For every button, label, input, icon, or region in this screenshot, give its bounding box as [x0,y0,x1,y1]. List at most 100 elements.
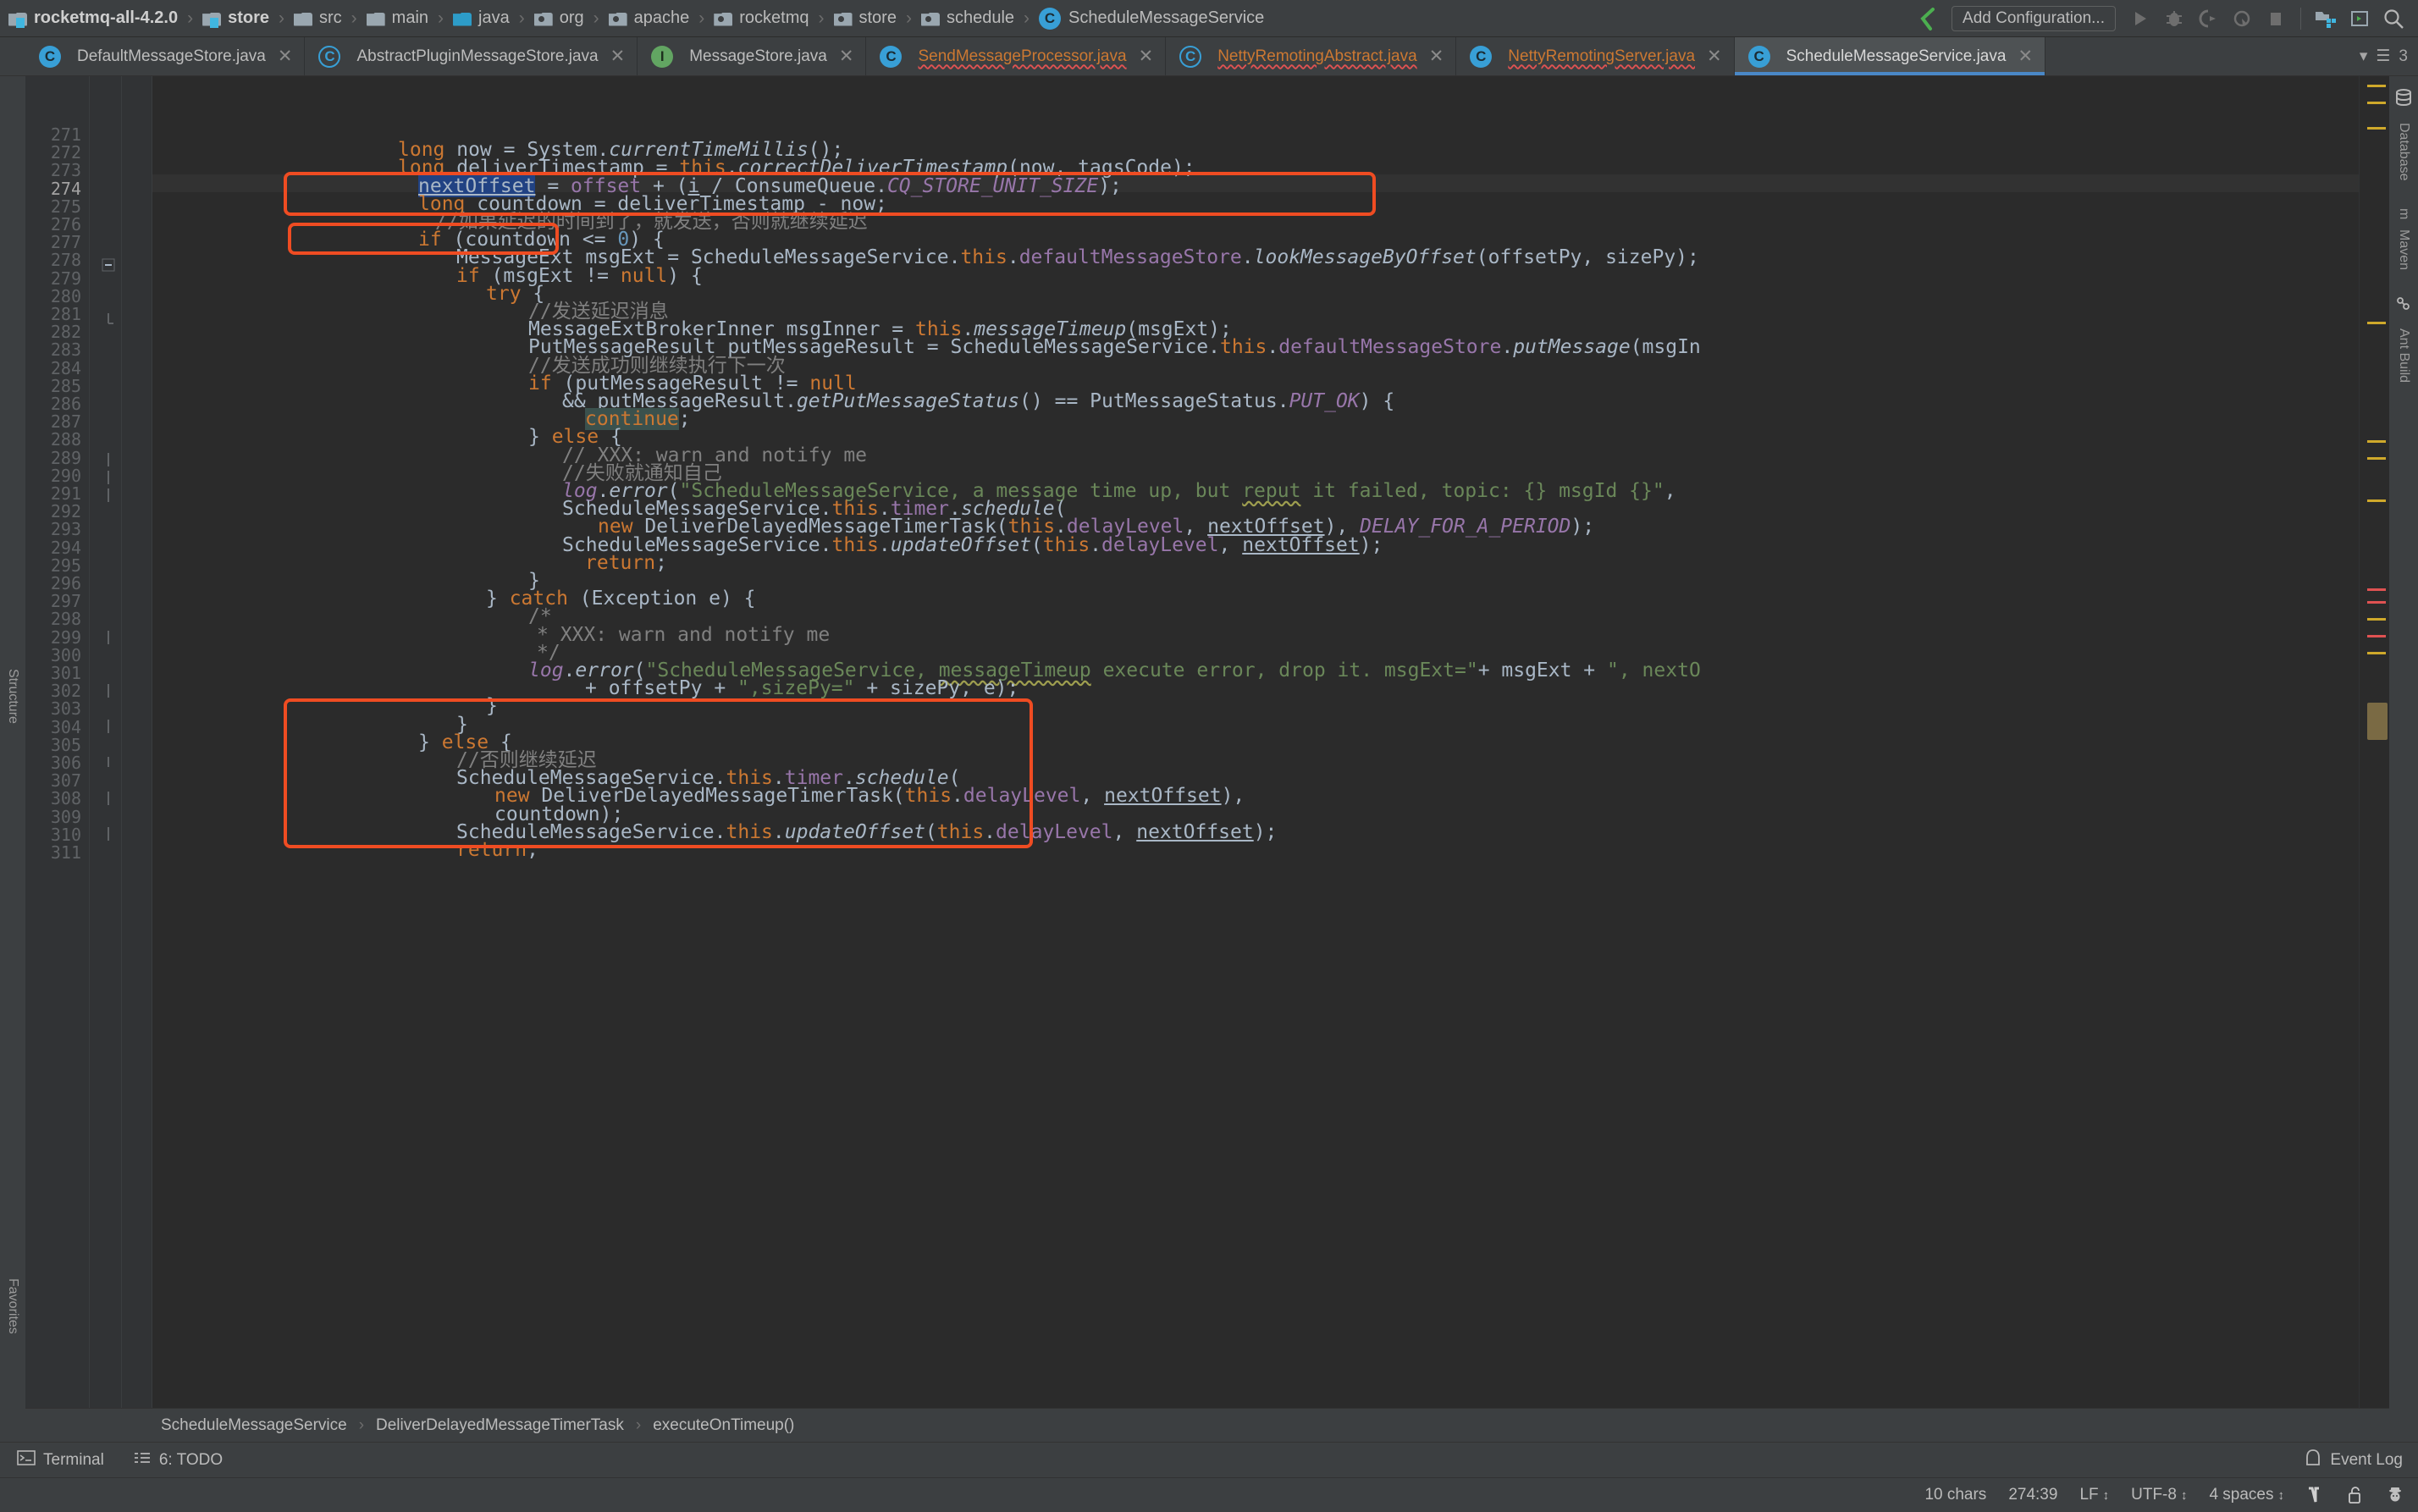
search-everywhere-icon[interactable] [2377,4,2410,33]
line-number[interactable]: 311 [51,842,81,863]
package-icon [714,11,732,26]
close-icon[interactable]: ✕ [836,47,854,65]
close-icon[interactable]: ✕ [1426,47,1444,65]
breadcrumb-separator-icon: › [358,1415,365,1434]
breadcrumb-class[interactable]: ScheduleMessageService [161,1416,347,1435]
tab-overflow-control[interactable]: ▾ ☰ 3 [2360,37,2418,75]
fold-marker-icon[interactable] [102,684,115,698]
updown-arrow-icon: ↕ [2277,1487,2285,1503]
java-class-icon: C [1470,45,1493,68]
sidebar-item-m[interactable]: m [2396,208,2411,219]
breadcrumb-rocketmq-all-4.2.0[interactable]: rocketmq-all-4.2.0 [5,0,181,36]
breadcrumb-separator-icon: › [438,8,444,28]
java-class-icon: C [1747,45,1770,68]
fold-marker-icon[interactable] [102,827,115,841]
status-caret-position[interactable]: 274:39 [2008,1486,2057,1504]
ant-build-icon[interactable] [2395,295,2412,317]
bottom-item-terminal[interactable]: Terminal [17,1449,104,1471]
fold-marker-icon[interactable] [102,312,115,325]
tab-NettyRemotingAbstract[interactable]: C NettyRemotingAbstract.java ✕ [1166,37,1457,75]
breadcrumb-schedule-message-service[interactable]: C ScheduleMessageService [1035,0,1267,36]
breadcrumb-apache[interactable]: apache [605,0,693,36]
sidebar-item-database[interactable]: Database [2396,123,2411,181]
tab-SendMessageProcessor[interactable]: C SendMessageProcessor.java ✕ [866,37,1167,75]
code-editor[interactable]: 271 272 273 274 275 276 277 278 279 280 281 282 283 2… [25,76,2389,1408]
bottom-item-todo[interactable]: 6: TODO [133,1450,223,1471]
sidebar-item-maven[interactable]: Maven [2396,229,2411,270]
breadcrumb-schedule[interactable]: schedule [918,0,1018,36]
breadcrumb-separator-icon: › [593,8,599,28]
terminal-icon[interactable] [2343,4,2376,33]
folder-icon [367,11,385,26]
code-line-297: } catch (Exception e) { [486,588,756,610]
breadcrumb-inner-class[interactable]: DeliverDelayedMessageTimerTask [376,1416,624,1435]
tab-NettyRemotingServer[interactable]: C NettyRemotingServer.java ✕ [1456,37,1735,75]
updown-arrow-icon: ↕ [2180,1487,2188,1503]
breadcrumb-org[interactable]: org [531,0,588,36]
updown-arrow-icon: ↕ [2102,1487,2110,1503]
structure-breadcrumb: ScheduleMessageService › DeliverDelayedM… [25,1408,2389,1442]
status-bar: 10 chars 274:39 LF ↕ UTF-8 ↕ 4 spaces ↕ [0,1477,2418,1512]
java-class-icon: C [39,45,61,68]
fold-marker-icon[interactable] [102,631,115,644]
breadcrumb-method[interactable]: executeOnTimeup() [653,1416,794,1435]
run-icon[interactable] [2124,4,2156,33]
breadcrumb-label: src [318,8,342,27]
close-icon[interactable]: ✕ [1703,47,1722,65]
bottom-item-event-log[interactable]: Event Log [2305,1449,2418,1472]
editor-marker-bar[interactable] [2359,76,2389,1408]
close-icon[interactable]: ✕ [274,47,293,65]
breadcrumb-java[interactable]: java [450,0,513,36]
tab-DefaultMessageStore[interactable]: C DefaultMessageStore.java ✕ [25,37,306,75]
sidebar-item-favorites[interactable]: Favorites [5,1278,20,1334]
tab-label: ScheduleMessageService.java [1786,47,2007,65]
status-encoding[interactable]: UTF-8 ↕ [2131,1486,2187,1504]
module-folder-icon [202,11,221,28]
debug-icon[interactable] [2158,4,2190,33]
breadcrumb-rocketmq[interactable]: rocketmq [710,0,812,36]
fold-marker-icon[interactable] [102,471,115,484]
stop-icon[interactable] [2260,4,2292,33]
fold-marker-icon[interactable] [102,488,115,502]
unlocked-icon[interactable] [2347,1486,2364,1504]
editor-gutter[interactable]: 271 272 273 274 275 276 277 278 279 280 281 282 283 2… [25,76,152,1408]
toolbar-divider [2300,8,2301,30]
database-icon[interactable] [2394,88,2413,111]
fold-marker-icon[interactable] [102,792,115,805]
breadcrumb-main[interactable]: main [363,0,432,36]
sidebar-item-structure[interactable]: Structure [5,669,20,724]
tab-AbstractPluginMessageStore[interactable]: C AbstractPluginMessageStore.java ✕ [305,37,638,75]
fold-marker-icon[interactable] [102,755,115,769]
status-indent[interactable]: 4 spaces ↕ [2209,1486,2284,1504]
project-structure-icon[interactable] [2310,4,2342,33]
status-chars-count: 10 chars [1924,1486,1987,1504]
breadcrumb-separator-icon: › [351,8,357,28]
hector-inspection-icon[interactable] [2386,1486,2404,1504]
close-icon[interactable]: ✕ [1135,47,1154,65]
back-arrow-icon[interactable] [1911,4,1943,33]
tab-MessageStore[interactable]: I MessageStore.java ✕ [638,37,867,75]
breadcrumb-src[interactable]: src [290,0,345,36]
code-line-303: } [486,695,498,718]
close-icon[interactable]: ✕ [2014,47,2033,65]
fold-marker-icon[interactable] [102,720,115,733]
git-branch-icon[interactable] [2306,1486,2325,1504]
fold-marker-icon[interactable] [102,453,115,466]
close-icon[interactable]: ✕ [607,47,626,65]
fold-marker-icon[interactable] [102,258,115,272]
status-line-separator[interactable]: LF ↕ [2079,1486,2109,1504]
breadcrumb-store-package[interactable]: store [831,0,900,36]
profile-icon[interactable] [2226,4,2258,33]
code-line-302: + offsetPy + ",sizePy=" + sizePy, e); [585,677,1019,700]
run-with-coverage-icon[interactable] [2192,4,2224,33]
sidebar-item-ant-build[interactable]: Ant Build [2396,328,2411,383]
run-configuration-selector[interactable]: Add Configuration... [1952,6,2116,31]
tab-ScheduleMessageService[interactable]: C ScheduleMessageService.java ✕ [1734,37,2046,75]
tab-list-icon: ☰ [2376,47,2391,65]
breadcrumb-separator-icon: › [635,1415,642,1434]
editor-scrollbar-thumb[interactable] [2367,703,2388,740]
breadcrumb-label: ScheduleMessageService [1068,8,1265,27]
breadcrumb-store-module[interactable]: store [199,0,273,36]
code-text-area[interactable]: long now = System.currentTimeMillis(); lo… [152,76,2359,1408]
navigation-bar: rocketmq-all-4.2.0 › store › src › main … [0,0,2418,37]
